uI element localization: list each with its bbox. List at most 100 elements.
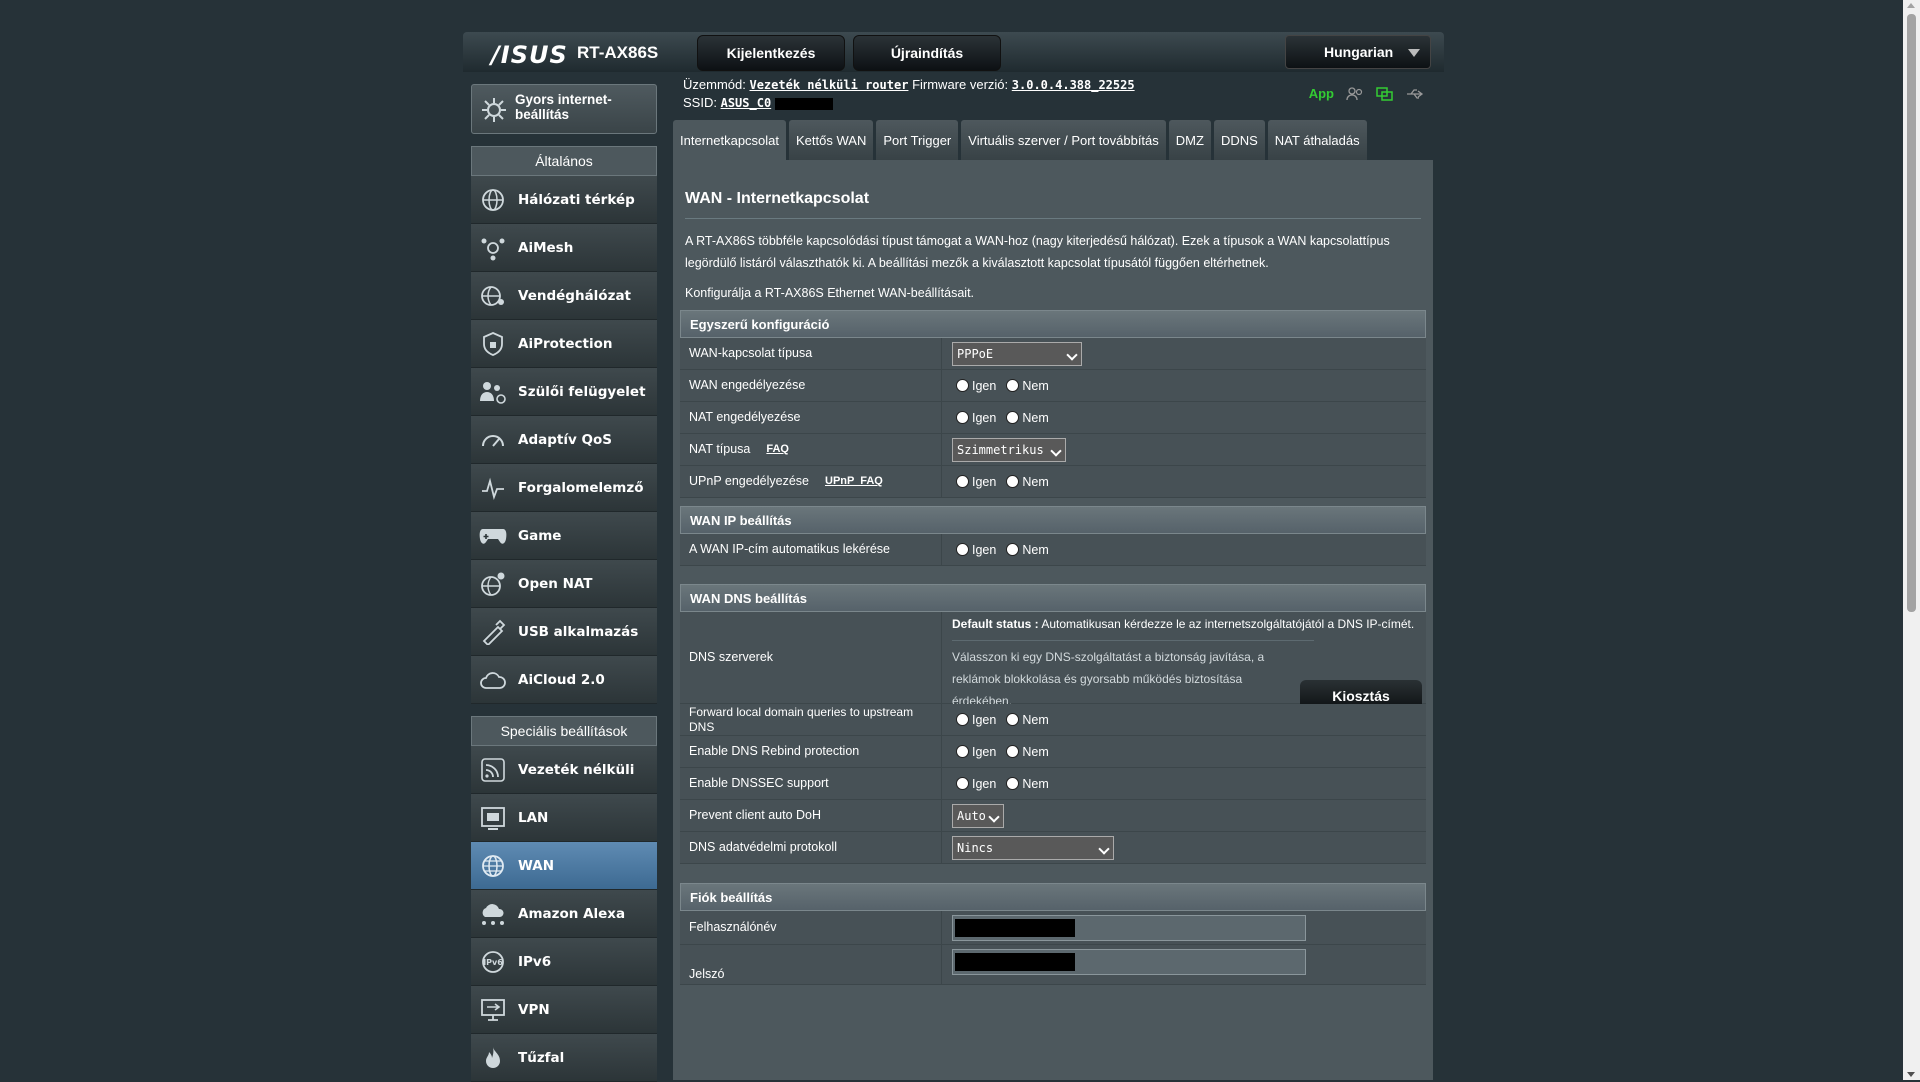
sidebar-item-traffic-analyzer[interactable]: Forgalomelemző <box>471 464 657 512</box>
dns-divider <box>952 640 1314 641</box>
nat-faq-link[interactable]: FAQ <box>766 442 789 457</box>
clients-icon[interactable] <box>1346 86 1364 101</box>
wan-enable-no-radio[interactable] <box>1006 379 1020 392</box>
router-ui: /ISUS RT-AX86S Kijelentkezés Újraindítás… <box>463 32 1444 1082</box>
sidebar-item-game[interactable]: Game <box>471 512 657 560</box>
auto-ip-yes-radio[interactable] <box>956 543 969 556</box>
dnssec-no-radio[interactable] <box>1006 777 1020 790</box>
wifi-icon <box>478 755 508 785</box>
tab-dual-wan[interactable]: Kettős WAN <box>789 120 874 160</box>
wan-type-select[interactable]: PPPoE <box>952 341 1082 366</box>
upnp-no-radio[interactable] <box>1006 475 1020 488</box>
sidebar-item-aimesh[interactable]: AiMesh <box>471 224 657 272</box>
dns-forward-no-radio[interactable] <box>1006 713 1020 726</box>
mode-label: Üzemmód: <box>683 77 746 92</box>
upnp-label: UPnP engedélyezése <box>689 474 809 488</box>
dnssec-yes-radio[interactable] <box>956 777 969 790</box>
mode-link[interactable]: Vezeték nélküli router <box>749 78 908 92</box>
tab-internet-connection[interactable]: Internetkapcsolat <box>673 120 787 160</box>
dnssec-label: Enable DNSSEC support <box>680 768 942 799</box>
general-section-header: Általános <box>471 146 657 176</box>
password-label: Jelszó <box>680 945 942 984</box>
nat-enable-yes-radio[interactable] <box>956 411 969 424</box>
upnp-faq-link[interactable]: UPnP FAQ <box>825 474 883 489</box>
scroll-up-arrow-icon[interactable] <box>1907 3 1915 8</box>
nat-type-label: NAT típusa <box>689 442 751 456</box>
page-description-2: Konfigurálja a RT-AX86S Ethernet WAN-beá… <box>685 286 975 300</box>
network-status-icon[interactable] <box>1376 86 1394 101</box>
sidebar-item-aicloud[interactable]: AiCloud 2.0 <box>471 656 657 704</box>
sidebar-item-parental-control[interactable]: Szülői felügyelet <box>471 368 657 416</box>
password-input[interactable] <box>952 949 1306 975</box>
fire-icon <box>478 1043 508 1073</box>
dns-privacy-label: DNS adatvédelmi protokoll <box>680 832 942 863</box>
auto-ip-row: A WAN IP-cím automatikus lekérése Igen Ne… <box>680 534 1426 566</box>
scroll-down-arrow-icon[interactable] <box>1907 1072 1915 1077</box>
quick-setup-button[interactable]: Gyors internet-beállítás <box>471 84 657 134</box>
username-input[interactable] <box>952 914 1306 941</box>
page-scrollbar[interactable] <box>1903 0 1920 1080</box>
sidebar-item-ipv6[interactable]: IPv6 IPv6 <box>471 938 657 986</box>
tab-dmz[interactable]: DMZ <box>1168 120 1211 160</box>
language-select[interactable]: Hungarian <box>1285 35 1431 69</box>
sidebar-item-aiprotection[interactable]: AiProtection <box>471 320 657 368</box>
nat-type-select[interactable]: Szimmetrikus <box>952 437 1066 462</box>
yes-label: Igen <box>972 744 997 759</box>
gamepad-icon <box>478 521 508 551</box>
sidebar-item-usb-apps[interactable]: USB alkalmazás <box>471 608 657 656</box>
sidebar-item-vpn[interactable]: VPN <box>471 986 657 1034</box>
sidebar-item-label: Adaptív QoS <box>518 431 612 448</box>
dns-rebind-no-radio[interactable] <box>1006 745 1020 758</box>
tab-port-trigger[interactable]: Port Trigger <box>876 120 959 160</box>
usb-icon[interactable] <box>1406 87 1424 101</box>
upnp-yes-radio[interactable] <box>956 475 969 488</box>
nat-enable-row: NAT engedélyezése Igen Nem <box>680 402 1426 434</box>
main-content: WAN - Internetkapcsolat A RT-AX86S többf… <box>673 160 1433 1080</box>
sidebar-item-open-nat[interactable]: Open NAT <box>471 560 657 608</box>
chevron-down-icon <box>1050 444 1062 457</box>
dns-rebind-yes-radio[interactable] <box>956 745 969 758</box>
sidebar-item-label: AiCloud 2.0 <box>518 671 605 688</box>
alexa-icon <box>478 899 508 929</box>
chevron-down-icon <box>1066 348 1078 361</box>
ssid-link[interactable]: ASUS_C0 <box>721 96 772 110</box>
wan-globe-icon <box>478 851 508 881</box>
doh-select[interactable]: Auto <box>952 803 1004 828</box>
sidebar-item-wireless[interactable]: Vezeték nélküli <box>471 746 657 794</box>
dns-forward-yes-radio[interactable] <box>956 713 969 726</box>
auto-ip-no-radio[interactable] <box>1006 543 1020 556</box>
logout-button[interactable]: Kijelentkezés <box>697 35 845 71</box>
sidebar-item-wan[interactable]: WAN <box>471 842 657 890</box>
chevron-down-icon <box>988 810 1000 823</box>
app-link[interactable]: App <box>1309 86 1334 101</box>
reboot-button[interactable]: Újraindítás <box>853 35 1001 71</box>
sidebar-item-lan[interactable]: LAN <box>471 794 657 842</box>
tab-nat-passthrough[interactable]: NAT áthaladás <box>1267 120 1367 160</box>
sidebar-item-firewall[interactable]: Tűzfal <box>471 1034 657 1082</box>
no-label: Nem <box>1022 744 1049 759</box>
sidebar-item-network-map[interactable]: Hálózati térkép <box>471 176 657 224</box>
sidebar-item-guest-network[interactable]: Vendéghálózat <box>471 272 657 320</box>
status-icons: App <box>1309 86 1424 101</box>
tab-virtual-server[interactable]: Virtuális szerver / Port továbbítás <box>961 120 1166 160</box>
sidebar-item-adaptive-qos[interactable]: Adaptív QoS <box>471 416 657 464</box>
dns-privacy-select[interactable]: Nincs <box>952 835 1114 860</box>
sidebar-item-amazon-alexa[interactable]: Amazon Alexa <box>471 890 657 938</box>
wan-ip-header: WAN IP beállítás <box>680 506 1426 534</box>
username-row: Felhasználónév <box>680 911 1426 945</box>
tab-ddns[interactable]: DDNS <box>1213 120 1265 160</box>
nat-enable-no-radio[interactable] <box>1006 411 1020 424</box>
yes-label: Igen <box>972 542 997 557</box>
wan-enable-yes-radio[interactable] <box>956 379 969 392</box>
guest-network-icon <box>478 281 508 311</box>
firmware-link[interactable]: 3.0.0.4.388_22525 <box>1012 78 1135 92</box>
sidebar-item-label: AiProtection <box>518 335 613 352</box>
scrollbar-thumb[interactable] <box>1907 14 1916 612</box>
chevron-down-icon <box>1408 49 1420 57</box>
traffic-icon <box>478 473 508 503</box>
doh-value: Auto <box>957 808 986 823</box>
title-divider <box>685 218 1421 219</box>
svg-text:IPv6: IPv6 <box>483 958 503 967</box>
nat-enable-label: NAT engedélyezése <box>680 402 942 433</box>
sidebar-item-label: AiMesh <box>518 239 574 256</box>
